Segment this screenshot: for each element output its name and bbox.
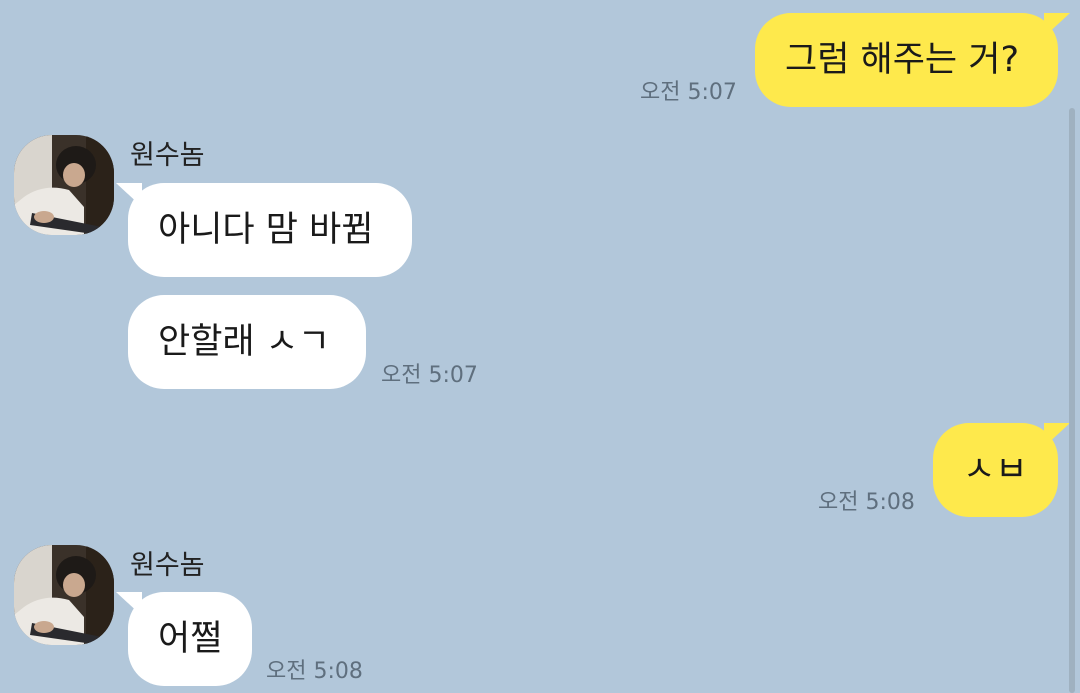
contact-message-bubble[interactable]: 아니다 맘 바뀜 (116, 183, 412, 277)
message-timestamp: 오전 5:07 (381, 363, 478, 388)
message-timestamp: 오전 5:08 (818, 490, 915, 515)
contact-message-bubble[interactable]: 어쩔 (116, 592, 252, 686)
message-text: 어쩔 (158, 619, 223, 659)
my-message-bubble[interactable]: 그럼 해주는 거? (755, 13, 1070, 107)
chat-area[interactable]: 그럼 해주는 거? 오전 5:07 원수놈 아니다 맘 바뀜 안할래 ㅅㄱ 오전… (0, 0, 1080, 693)
contact-message-bubble[interactable]: 안할래 ㅅㄱ (128, 295, 366, 389)
message-text: 그럼 해주는 거? (785, 40, 1020, 80)
contact-avatar[interactable] (14, 545, 114, 645)
my-message-bubble[interactable]: ㅅㅂ (933, 423, 1070, 517)
message-timestamp: 오전 5:08 (266, 659, 363, 684)
profile-photo-icon (14, 135, 114, 235)
message-text: 안할래 ㅅㄱ (158, 322, 331, 362)
contact-avatar[interactable] (14, 135, 114, 235)
profile-photo-icon (14, 545, 114, 645)
contact-name: 원수놈 (130, 550, 205, 581)
scrollbar[interactable] (1069, 108, 1075, 693)
message-text: ㅅㅂ (963, 450, 1028, 490)
message-text: 아니다 맘 바뀜 (158, 210, 374, 250)
message-timestamp: 오전 5:07 (640, 80, 737, 105)
contact-name: 원수놈 (130, 140, 205, 171)
